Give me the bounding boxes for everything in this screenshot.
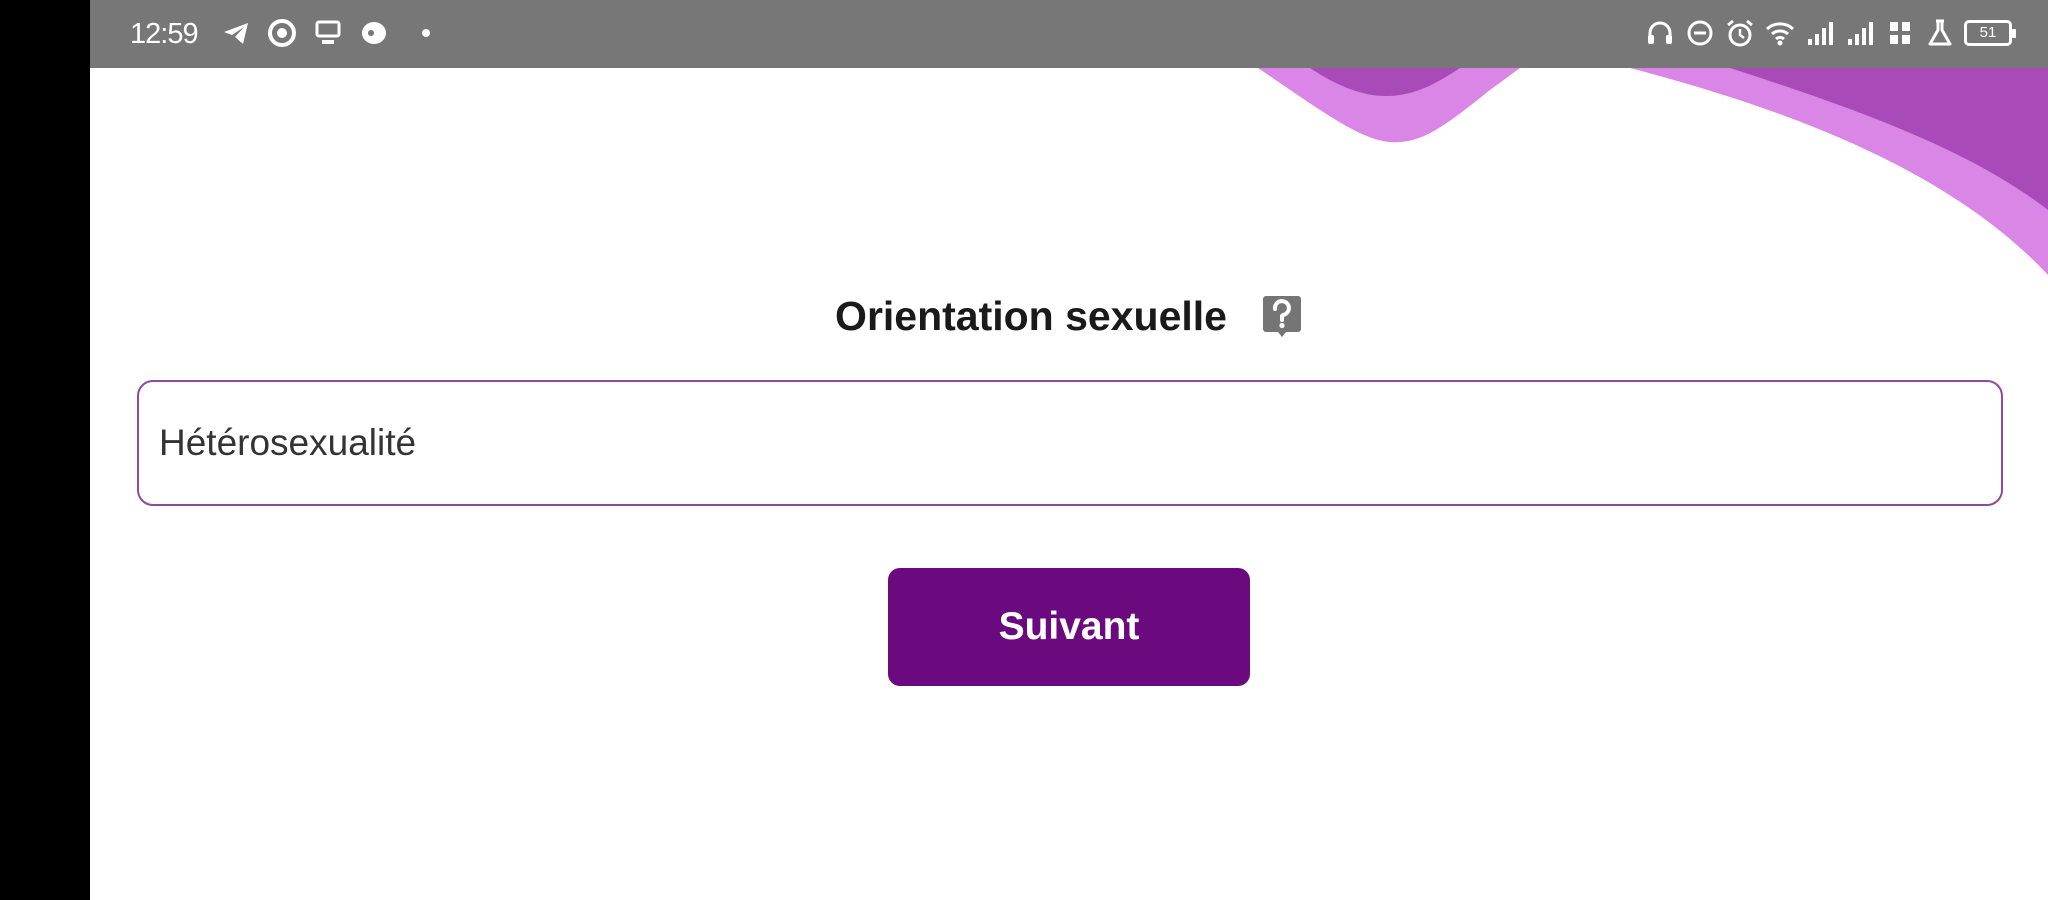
status-bar: 12:59 51 (90, 0, 2048, 68)
help-icon[interactable] (1261, 294, 1303, 338)
next-button[interactable]: Suivant (888, 568, 1250, 686)
orientation-field-value[interactable]: Hétérosexualité (159, 422, 416, 464)
dnd-icon (1687, 20, 1713, 46)
wifi-icon (1765, 22, 1795, 46)
flask-icon (1928, 19, 1952, 46)
device-left-edge (0, 0, 90, 900)
cast-icon (315, 20, 341, 44)
battery-icon: 51 (1964, 20, 2016, 46)
telegram-icon (224, 23, 248, 44)
signal-icon (1848, 22, 1873, 45)
status-time: 12:59 (130, 18, 199, 50)
status-left-icons (220, 17, 430, 49)
more-notifications-dot (422, 29, 430, 37)
app-screen: 12:59 51 Orientation sexuelle Hétérosexu… (90, 0, 2048, 900)
app-icon (362, 22, 386, 44)
headset-icon (1648, 21, 1672, 44)
alarm-icon (1727, 19, 1753, 47)
page-title: Orientation sexuelle (835, 292, 1227, 339)
status-right-icons: 51 (1644, 17, 2016, 49)
recorder-icon (268, 19, 296, 47)
orientation-field[interactable]: Hétérosexualité (137, 380, 2003, 506)
data-speed-icon (1890, 22, 1910, 44)
title-row: Orientation sexuelle (90, 288, 2048, 344)
signal-icon (1808, 22, 1833, 45)
